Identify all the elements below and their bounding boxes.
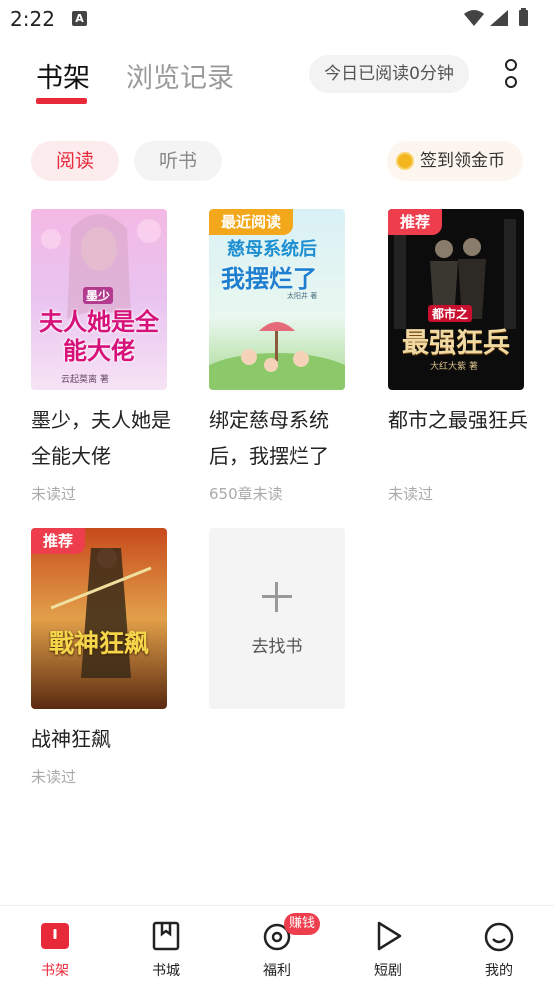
- find-book-button[interactable]: 去找书: [209, 528, 345, 709]
- nav-bookstore[interactable]: 书城: [131, 920, 201, 980]
- battery-icon: [519, 10, 528, 26]
- bookshelf-icon: [41, 923, 69, 949]
- cover-art-4: [31, 528, 167, 709]
- cover-author: 太阳井 著: [287, 292, 318, 300]
- bookstore-icon: [152, 921, 180, 951]
- book-title: 绑定慈母系统后，我摆烂了: [209, 408, 329, 468]
- bottom-nav: 书架 书城 福利 短剧 我的: [0, 905, 554, 984]
- nav-label: 书城: [152, 963, 180, 979]
- plus-icon: [262, 582, 292, 612]
- tab-browse-history[interactable]: 浏览记录: [126, 56, 234, 95]
- status-icons: [464, 8, 528, 26]
- chip-read[interactable]: 阅读: [31, 141, 119, 181]
- status-time: 2:22: [10, 7, 55, 31]
- book-title: 战神狂飙: [31, 727, 111, 751]
- cover-title: 最强狂兵: [402, 328, 510, 359]
- nav-label: 福利: [263, 963, 291, 979]
- filter-row: 阅读 听书 签到领金币: [0, 141, 554, 183]
- signin-coins-button[interactable]: 签到领金币: [387, 141, 523, 181]
- cover-title: 戰神狂飙: [48, 629, 149, 658]
- book-item[interactable]: 墨少 夫人她是全能大佬 云起莫离 著 墨少，夫人她是全能大佬 未读过: [31, 209, 171, 509]
- signal-icon: [490, 10, 508, 26]
- nav-label: 我的: [485, 963, 513, 979]
- book-title: 都市之最强狂兵: [388, 408, 528, 432]
- book-title: 墨少，夫人她是全能大佬: [31, 408, 171, 468]
- book-cover[interactable]: 推荐 戰神狂飙: [31, 528, 167, 709]
- cover-author: 云起莫离 著: [61, 375, 109, 385]
- recent-read-tag: 最近阅读: [209, 209, 294, 235]
- cover-subtitle: 都市之: [428, 305, 473, 322]
- coin-icon: [396, 152, 414, 170]
- cover-author: 大红大紫 著: [430, 362, 478, 372]
- book-item[interactable]: 最近阅读 慈母系统后 我摆烂了 太阳井 著 绑定慈母系统后，我摆烂了 650章未…: [209, 209, 345, 509]
- tab-bookshelf[interactable]: 书架: [36, 56, 90, 95]
- cover-title: 慈母系统后: [227, 239, 317, 260]
- signin-label: 签到领金币: [420, 151, 505, 171]
- notification-icon: A: [72, 11, 87, 26]
- nav-bookshelf[interactable]: 书架: [20, 920, 90, 980]
- cover-subtitle: 墨少: [83, 287, 114, 304]
- nav-short-drama[interactable]: 短剧: [353, 920, 423, 980]
- earn-badge: 赚钱: [284, 913, 320, 935]
- book-status: 650章未读: [209, 485, 283, 503]
- book-cover[interactable]: 最近阅读 慈母系统后 我摆烂了 太阳井 著: [209, 209, 345, 390]
- cover-title-line2: 我摆烂了: [221, 264, 317, 293]
- nav-label: 书架: [41, 963, 69, 979]
- tab-active-indicator: [36, 98, 87, 104]
- read-today-badge[interactable]: 今日已阅读0分钟: [309, 55, 469, 93]
- cover-title: 夫人她是全能大佬: [39, 307, 159, 365]
- chip-listen[interactable]: 听书: [134, 141, 222, 181]
- play-icon: [377, 921, 402, 951]
- wifi-icon: [464, 10, 484, 26]
- book-cover[interactable]: 推荐 都市之 最强狂兵 大红大紫 著: [388, 209, 524, 390]
- book-status: 未读过: [31, 768, 77, 786]
- book-item[interactable]: 推荐 都市之 最强狂兵 大红大紫 著 都市之最强狂兵 未读过: [388, 209, 528, 509]
- book-status: 未读过: [31, 485, 77, 503]
- recommend-tag: 推荐: [388, 209, 443, 235]
- status-bar: 2:22 A: [0, 0, 554, 36]
- recommend-tag: 推荐: [31, 528, 86, 554]
- more-vertical-icon[interactable]: [500, 56, 522, 92]
- book-cover[interactable]: 墨少 夫人她是全能大佬 云起莫离 著: [31, 209, 167, 390]
- nav-profile[interactable]: 我的: [464, 920, 534, 980]
- nav-label: 短剧: [374, 963, 402, 979]
- find-book-label: 去找书: [251, 637, 303, 657]
- top-tabs: 书架 浏览记录 今日已阅读0分钟: [0, 50, 554, 110]
- book-item[interactable]: 推荐 戰神狂飙 战神狂飙 未读过: [31, 528, 167, 788]
- book-status: 未读过: [388, 485, 434, 503]
- profile-icon: [484, 922, 514, 952]
